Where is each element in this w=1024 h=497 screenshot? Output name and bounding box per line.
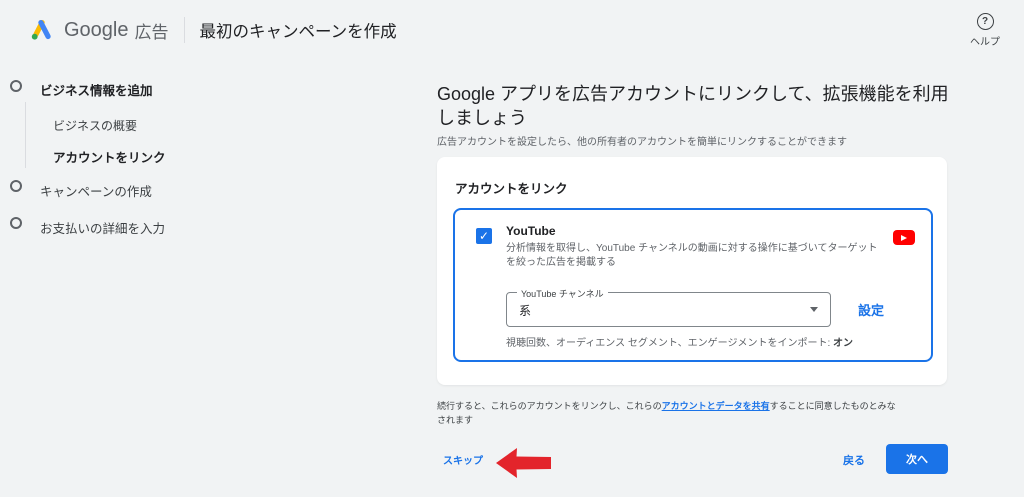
import-status-text: 視聴回数、オーディエンス セグメント、エンゲージメントをインポート: xyxy=(506,338,834,349)
youtube-channel-select-label: YouTube チャンネル xyxy=(517,287,608,300)
step-circle-payment xyxy=(10,217,22,229)
import-status-line: 視聴回数、オーディエンス セグメント、エンゲージメントをインポート: オン xyxy=(506,334,853,349)
youtube-service-name: YouTube xyxy=(506,224,556,238)
header: Google 広告 最初のキャンペーンを作成 ? ヘルプ xyxy=(0,0,1024,60)
disclaimer-text-before: 続行すると、これらのアカウントをリンクし、これらの xyxy=(437,401,662,411)
help-label: ヘルプ xyxy=(970,36,1000,48)
page-title: 最初のキャンペーンを作成 xyxy=(199,23,397,41)
skip-button[interactable]: スキップ xyxy=(443,452,483,467)
play-icon xyxy=(901,234,907,241)
import-status-value: オン xyxy=(833,338,854,349)
brand-google: Google xyxy=(64,18,129,41)
next-button[interactable]: 次へ xyxy=(886,444,948,474)
youtube-channel-select-value: 系 xyxy=(519,304,532,318)
help-button[interactable]: ? ヘルプ xyxy=(970,12,1000,48)
main-subheading: 広告アカウントを設定したら、他の所有者のアカウントを簡単にリンクすることができま… xyxy=(437,137,847,148)
consent-disclaimer: 続行すると、これらのアカウントをリンクし、これらのアカウントとデータを共有するこ… xyxy=(437,399,900,427)
google-ads-logo-icon xyxy=(31,19,51,40)
help-icon[interactable]: ? xyxy=(976,12,994,30)
header-divider xyxy=(183,17,185,43)
card-title: アカウントをリンク xyxy=(455,182,568,196)
link-accounts-card: アカウントをリンク ✓ YouTube 分析情報を取得し、YouTube チャン… xyxy=(437,157,947,385)
back-button[interactable]: 戻る xyxy=(843,452,865,468)
sidebar-step-payment[interactable]: お支払いの詳細を入力 xyxy=(40,218,165,237)
step-circle-campaign xyxy=(10,180,22,192)
sidebar-step-business-info[interactable]: ビジネス情報を追加 xyxy=(40,80,153,99)
share-accounts-data-link[interactable]: アカウントとデータを共有 xyxy=(662,401,770,411)
step-circle-business-info xyxy=(10,80,22,92)
youtube-link-panel: ✓ YouTube 分析情報を取得し、YouTube チャンネルの動画に対する操… xyxy=(453,208,933,362)
youtube-service-description: 分析情報を取得し、YouTube チャンネルの動画に対する操作に基づいてターゲッ… xyxy=(506,243,878,268)
youtube-channel-select[interactable]: YouTube チャンネル 系 xyxy=(506,287,831,327)
youtube-link-checkbox[interactable]: ✓ xyxy=(476,228,492,244)
sidebar-step-campaign[interactable]: キャンペーンの作成 xyxy=(40,181,152,200)
stepper-connector-line xyxy=(25,102,26,168)
main-heading: Google アプリを広告アカウントにリンクして、拡張機能を利用しましょう xyxy=(437,84,949,128)
sidebar-substep-business-overview[interactable]: ビジネスの概要 xyxy=(53,117,137,134)
brand-product: 広告 xyxy=(134,22,169,42)
checkmark-icon: ✓ xyxy=(478,229,490,243)
settings-link[interactable]: 設定 xyxy=(858,300,884,319)
annotation-arrow-icon xyxy=(496,448,551,478)
sidebar-substep-link-accounts[interactable]: アカウントをリンク xyxy=(53,147,166,166)
youtube-icon xyxy=(893,230,915,245)
chevron-down-icon[interactable] xyxy=(810,307,818,312)
